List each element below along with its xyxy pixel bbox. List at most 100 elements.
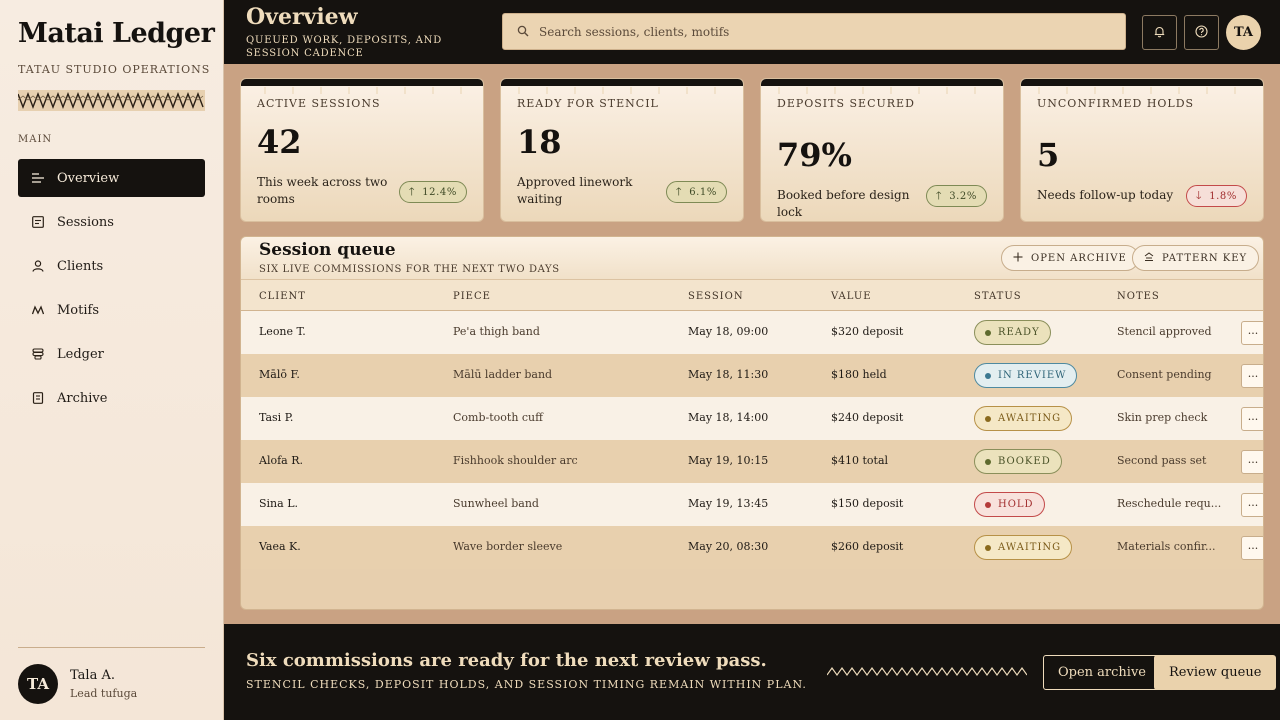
- search-input[interactable]: [539, 24, 1099, 39]
- cell-session: May 18, 11:30: [688, 368, 769, 381]
- pattern-key-button[interactable]: PATTERN KEY: [1132, 245, 1260, 271]
- stat-change-value: 1.8%: [1209, 190, 1237, 202]
- search-bar[interactable]: [502, 13, 1126, 50]
- status-label: BOOKED: [998, 456, 1051, 467]
- header-avatar[interactable]: TA: [1226, 15, 1261, 50]
- open-archive-button[interactable]: OPEN ARCHIVE: [1001, 245, 1139, 271]
- cell-notes: Skin prep check: [1117, 411, 1208, 424]
- avatar[interactable]: TA: [18, 664, 58, 704]
- arrow-up-icon: 🡑: [408, 184, 416, 198]
- column-header-client: CLIENT: [259, 291, 306, 302]
- archive-icon: [32, 392, 44, 404]
- table-row[interactable]: Sina L. Sunwheel band May 19, 13:45 $150…: [241, 483, 1263, 526]
- user-role: Lead tufuga: [70, 687, 138, 700]
- status-dot: [985, 458, 991, 465]
- cell-notes: Materials confir...: [1117, 540, 1216, 553]
- sidebar-item-label: Archive: [57, 390, 108, 406]
- calendar-icon: [32, 216, 44, 228]
- table-row[interactable]: Leone T. Pe'a thigh band May 18, 09:00 $…: [241, 311, 1263, 354]
- help-button[interactable]: [1184, 15, 1219, 50]
- sidebar-nav: Overview Sessions Clients Motifs Ledger: [18, 159, 205, 423]
- banner-title: Six commissions are ready for the next r…: [246, 650, 767, 671]
- sidebar-item-motifs[interactable]: Motifs: [18, 291, 205, 329]
- cell-piece: Mālū ladder band: [453, 368, 553, 381]
- stat-description: Needs follow-up today: [1037, 188, 1174, 202]
- row-actions-button[interactable]: ···: [1241, 321, 1263, 345]
- cell-client: Tasi P.: [259, 411, 294, 424]
- cell-value: $320 deposit: [831, 325, 904, 338]
- stat-value: 5: [1037, 136, 1060, 174]
- list-lines-icon: [32, 172, 44, 184]
- coins-icon: [32, 348, 44, 360]
- column-header-notes: NOTES: [1117, 291, 1160, 302]
- table-row[interactable]: Tasi P. Comb-tooth cuff May 18, 14:00 $2…: [241, 397, 1263, 440]
- row-actions-button[interactable]: ···: [1241, 493, 1263, 517]
- stat-value: 42: [257, 123, 302, 161]
- cell-client: Sina L.: [259, 497, 298, 510]
- stat-value: 18: [517, 123, 562, 161]
- banner-subtitle: STENCIL CHECKS, DEPOSIT HOLDS, AND SESSI…: [246, 678, 807, 691]
- stat-change-badge: 🡑 3.2%: [925, 185, 987, 207]
- session-queue-panel: Session queue SIX LIVE COMMISSIONS FOR T…: [240, 236, 1264, 610]
- brand-subtitle: TATAU STUDIO OPERATIONS: [18, 63, 211, 76]
- sidebar-item-clients[interactable]: Clients: [18, 247, 205, 285]
- pattern-key-label: PATTERN KEY: [1162, 252, 1248, 264]
- cell-value: $180 held: [831, 368, 887, 381]
- top-bar: Overview QUEUED WORK, DEPOSITS, AND SESS…: [224, 0, 1280, 64]
- status-dot: [985, 329, 991, 336]
- row-actions-button[interactable]: ···: [1241, 407, 1263, 431]
- cell-client: Leone T.: [259, 325, 306, 338]
- status-label: IN REVIEW: [998, 370, 1067, 381]
- table-header: CLIENT PIECE SESSION VALUE STATUS NOTES: [241, 279, 1263, 311]
- table-row[interactable]: Vaea K. Wave border sleeve May 20, 08:30…: [241, 526, 1263, 569]
- user-name: Tala A.: [70, 668, 115, 683]
- more-horizontal-icon: ···: [1247, 369, 1259, 383]
- sidebar-item-ledger[interactable]: Ledger: [18, 335, 205, 373]
- column-header-session: SESSION: [688, 291, 744, 302]
- sidebar-item-overview[interactable]: Overview: [18, 159, 205, 197]
- status-badge: READY: [974, 320, 1051, 345]
- status-dot: [985, 544, 991, 551]
- sidebar-item-label: Overview: [57, 170, 120, 186]
- cell-notes: Stencil approved: [1117, 325, 1212, 338]
- plus-icon: [1013, 252, 1023, 265]
- cell-session: May 20, 08:30: [688, 540, 769, 553]
- status-badge: HOLD: [974, 492, 1045, 517]
- row-actions-button[interactable]: ···: [1241, 364, 1263, 388]
- zigzag-icon: [32, 304, 44, 316]
- stat-card-ready-for-stencil: READY FOR STENCIL 18 Approved linework w…: [500, 78, 744, 222]
- cell-value: $150 deposit: [831, 497, 904, 510]
- row-actions-button[interactable]: ···: [1241, 450, 1263, 474]
- cell-notes: Consent pending: [1117, 368, 1212, 381]
- table-row[interactable]: Mālō F. Mālū ladder band May 18, 11:30 $…: [241, 354, 1263, 397]
- cell-session: May 18, 09:00: [688, 325, 769, 338]
- sidebar-item-label: Motifs: [57, 302, 100, 318]
- review-queue-button[interactable]: Review queue: [1154, 655, 1277, 690]
- page-subtitle: QUEUED WORK, DEPOSITS, AND SESSION CADEN…: [246, 35, 443, 59]
- notifications-button[interactable]: [1142, 15, 1177, 50]
- stat-description: Approved linework waiting: [517, 175, 633, 206]
- column-header-value: VALUE: [831, 291, 872, 302]
- status-dot: [985, 415, 991, 422]
- more-horizontal-icon: ···: [1247, 412, 1259, 426]
- panel-header: Session queue SIX LIVE COMMISSIONS FOR T…: [241, 237, 1263, 279]
- status-label: READY: [998, 327, 1040, 338]
- cell-value: $260 deposit: [831, 540, 904, 553]
- more-horizontal-icon: ···: [1247, 455, 1259, 469]
- page-title: Overview: [246, 4, 358, 30]
- row-actions-button[interactable]: ···: [1241, 536, 1263, 560]
- more-horizontal-icon: ···: [1247, 326, 1259, 340]
- arrow-up-icon: 🡑: [935, 188, 943, 202]
- stat-change-value: 12.4%: [422, 186, 457, 198]
- column-header-piece: PIECE: [453, 291, 491, 302]
- stat-value: 79%: [777, 136, 852, 174]
- table-row[interactable]: Alofa R. Fishhook shoulder arc May 19, 1…: [241, 440, 1263, 483]
- open-archive-footer-button[interactable]: Open archive: [1043, 655, 1161, 690]
- sidebar-item-sessions[interactable]: Sessions: [18, 203, 205, 241]
- sidebar-item-archive[interactable]: Archive: [18, 379, 205, 417]
- help-icon: [1195, 23, 1208, 42]
- status-dot: [985, 372, 991, 379]
- panel-subtitle: SIX LIVE COMMISSIONS FOR THE NEXT TWO DA…: [259, 264, 560, 275]
- panel-title: Session queue: [259, 240, 396, 260]
- cell-piece: Fishhook shoulder arc: [453, 454, 578, 467]
